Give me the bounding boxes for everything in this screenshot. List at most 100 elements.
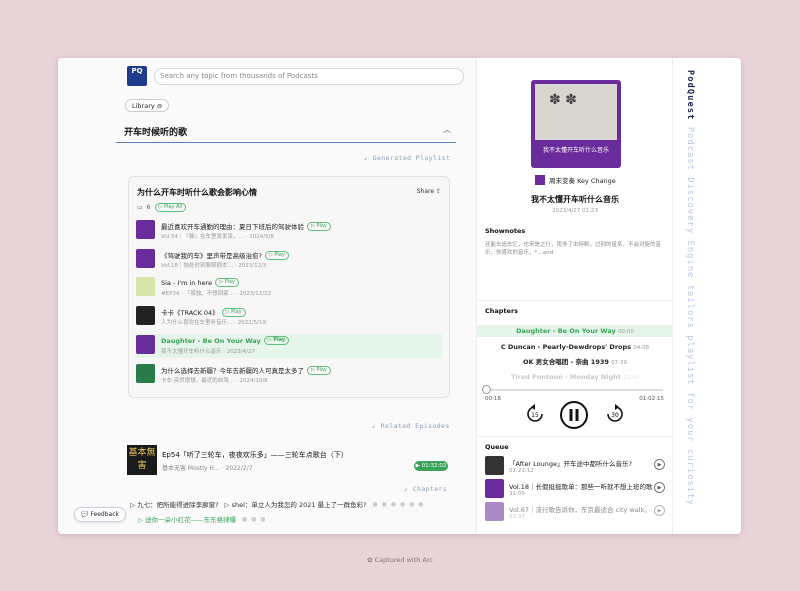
list-item[interactable]: Daughter - Be On Your Way ▷ Play 我不太懂开车听什… — [136, 334, 442, 358]
chevron-up-icon[interactable]: ︿ — [443, 124, 451, 135]
related-episodes-label: ↙ Related Episodes — [372, 422, 450, 430]
related-title[interactable]: Ep54「听了三轮车，夜夜欢乐多」——三轮车点歌台（下） — [162, 450, 348, 460]
shownotes-heading: Shownotes — [485, 227, 526, 235]
arc-icon: ✿ — [367, 556, 373, 564]
play-button[interactable]: ▷ Play — [264, 250, 289, 260]
chapter-item[interactable]: C Duncan - Pearly-Dewdrops' Drops 04:08 — [477, 341, 673, 353]
list-item[interactable]: 卡卡《TRACK 04》 ▷ Play 人为什么喜欢在车里听音乐… · 2022/… — [136, 305, 442, 329]
chapter-link[interactable]: ▷ 送你一朵小红花——东东格律曝 — [138, 514, 236, 524]
now-playing-date: 2023/4/27 01:23 — [552, 208, 598, 214]
episode-meta: 卡车·突然很想，最近的自驾… · 2024/10/6 — [161, 378, 268, 384]
topic-divider — [116, 142, 456, 143]
cover-text: 我不太懂开车听什么音乐 — [542, 147, 609, 154]
brand-sidebar: PodQuest Podcast Discovery Engine tailor… — [672, 58, 741, 534]
play-button[interactable]: ▷ Play — [215, 278, 240, 287]
episode-thumbnail — [136, 277, 155, 296]
chapter-item[interactable]: Tired Pontoon - Monday Night 11:40 — [477, 371, 673, 383]
play-button[interactable]: ▷ Play — [307, 221, 331, 231]
play-button[interactable]: ▷ Play — [221, 307, 246, 317]
related-play-button[interactable]: ▶ 01:32:02 — [414, 461, 448, 471]
skip-forward-icon[interactable]: 30 — [605, 404, 625, 424]
play-icon[interactable]: ▶ — [654, 505, 665, 516]
queue-item[interactable]: Vol.67｜流行歌告诉你，东京最适合 city walk。 50:37 ▶ — [485, 502, 665, 524]
episode-meta: Vol.54｜『躲』在车里发发呆，… · 2024/5/8 — [161, 234, 274, 240]
play-button[interactable]: ▷ Play — [263, 336, 290, 345]
total-time: 01:02:15 — [639, 396, 664, 402]
episode-title: Sia - I'm in here — [161, 278, 213, 287]
chapter-item[interactable]: Daughter - Be On Your Way 00:00 — [477, 325, 673, 337]
podcast-name[interactable]: 周末变奏 Key Change — [535, 175, 616, 185]
playlist-title: 为什么开车时听什么歌会影响心情 — [137, 188, 257, 197]
shownotes-text: 还能去追车忆，也来是之行，雨多了击特制，过别的星系，不会对旋的音乐，你喜欢的音乐… — [485, 242, 662, 256]
topic-title: 开车时候听的歌 — [124, 128, 188, 138]
more-dots: ● ● ● — [242, 515, 267, 523]
list-item[interactable]: 最近喜欢开车通勤的理由：夏日下班后的驾驶体验 ▷ Play Vol.54｜『躲』在… — [136, 219, 442, 243]
episodes-icon: ▭ — [137, 204, 143, 211]
queue-item[interactable]: 「After Lounge」开车途中都听什么音乐? 01:21:12 ▶ — [485, 456, 665, 478]
episode-meta: 我不太懂开车听什么音乐 · 2023/4/27 — [161, 349, 255, 355]
episode-title: Daughter - Be On Your Way — [161, 336, 261, 345]
player-panel: ✽ ✽ 我不太懂开车听什么音乐 周末变奏 Key Change 我不太懂开车听什… — [476, 58, 673, 534]
chapter-row: ▷ 送你一朵小红花——东东格律曝 ● ● ● — [138, 514, 267, 525]
playlist-meta: ▭ 6 ▷ Play All — [137, 203, 187, 212]
queue-title: Vol.18｜长假挺挺歌单：那些一听就不想上班的歌 — [509, 483, 653, 491]
episode-title: 卡卡《TRACK 04》 — [161, 309, 219, 317]
skip-back-icon[interactable]: 15 — [525, 404, 545, 424]
play-icon[interactable]: ▶ — [654, 482, 665, 493]
queue-thumbnail — [485, 479, 504, 498]
skip-forward-label: 30 — [611, 412, 619, 419]
library-label: Library — [132, 102, 155, 110]
library-button[interactable]: Library ⊖ — [125, 99, 170, 112]
episode-title: 《驾驶我的车》里声带是高级治愈? — [161, 252, 262, 260]
search-input[interactable]: Search any topic from thousands of Podca… — [154, 68, 464, 85]
episode-meta: 人为什么喜欢在车里听音乐… · 2022/5/19 — [161, 320, 266, 326]
related-thumbnail: 基本無害 — [127, 445, 157, 475]
skip-back-label: 15 — [531, 412, 539, 419]
progress-knob[interactable] — [482, 385, 491, 394]
chevron-down-icon: ⊖ — [156, 102, 163, 110]
brand-tagline: Podcast Discovery Engine tailors playlis… — [685, 120, 695, 506]
share-icon: ⇪ — [435, 188, 441, 195]
episode-meta: Vol.18｜独处时刻聊聊剧本… · 2023/12/3 — [161, 263, 267, 269]
chat-icon: 💬 — [81, 511, 89, 518]
share-button[interactable]: Share ⇪ — [417, 188, 441, 195]
queue-thumbnail — [485, 502, 504, 521]
episode-thumbnail — [136, 364, 155, 383]
episode-thumbnail — [136, 249, 155, 268]
generated-playlist-label: ↙ Generated Playlist — [364, 154, 451, 162]
queue-heading: Queue — [485, 443, 509, 451]
play-button[interactable]: ▷ Play — [307, 365, 331, 375]
list-item[interactable]: 《驾驶我的车》里声带是高级治愈? ▷ Play Vol.18｜独处时刻聊聊剧本… … — [136, 248, 442, 272]
chapters-label: ↙ Chapters — [404, 485, 448, 493]
related-meta: 基本无害 Mostly H… · 2022/2/7 — [162, 465, 253, 472]
queue-title: 「After Lounge」开车途中都听什么音乐? — [509, 460, 632, 468]
brand-name: PodQuest — [685, 70, 695, 121]
feedback-button[interactable]: 💬 Feedback — [74, 507, 126, 522]
main-panel: PQ Search any topic from thousands of Po… — [58, 58, 476, 534]
brand-text: PodQuest Podcast Discovery Engine tailor… — [685, 70, 695, 506]
more-dots: ● ● ● ● ● ● — [372, 500, 425, 508]
queue-thumbnail — [485, 456, 504, 475]
capture-caption: ✿ Captured with Arc — [367, 556, 433, 564]
episode-title: 最近喜欢开车通勤的理由：夏日下班后的驾驶体验 — [161, 223, 304, 231]
app-logo[interactable]: PQ — [127, 66, 147, 86]
episode-thumbnail — [136, 220, 155, 239]
chapters-heading: Chapters — [485, 307, 519, 315]
pause-icon[interactable] — [559, 400, 589, 430]
list-item[interactable]: Sia - I'm in here ▷ Play #EP34 · 『孤独、不想回家… — [136, 276, 442, 300]
queue-duration: 01:21:12 — [509, 468, 534, 474]
progress-bar[interactable] — [487, 389, 663, 391]
queue-item[interactable]: Vol.18｜长假挺挺歌单：那些一听就不想上班的歌 31:09 ▶ — [485, 479, 665, 501]
episode-cover: ✽ ✽ 我不太懂开车听什么音乐 — [531, 80, 621, 168]
now-playing-title: 我不太懂开车听什么音乐 — [531, 195, 619, 204]
elapsed-time: 00:18 — [485, 396, 501, 402]
play-icon[interactable]: ▶ — [654, 459, 665, 470]
list-item[interactable]: 为什么选择去新疆？今年去新疆的人可真是太多了 ▷ Play 卡车·突然很想，最近的… — [136, 363, 442, 387]
chapter-row: ▷ 九七：把所能得进除李廊窗? ▷ shel：单立人为我怎的 2021 最上了一… — [130, 499, 425, 510]
chapter-link[interactable]: ▷ shel：单立人为我怎的 2021 最上了一群鱼彩? — [225, 499, 367, 509]
queue-duration: 50:37 — [509, 514, 525, 520]
play-all-button[interactable]: ▷ Play All — [154, 203, 187, 212]
chapter-item[interactable]: OK 男女合唱团 - 奈曲 1939 07:39 — [477, 356, 673, 368]
episode-thumbnail — [136, 335, 155, 354]
chapter-link[interactable]: ▷ 九七：把所能得进除李廊窗? — [130, 499, 219, 509]
